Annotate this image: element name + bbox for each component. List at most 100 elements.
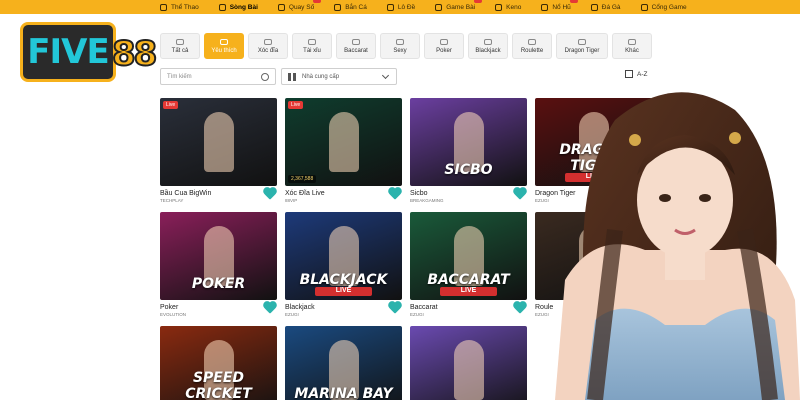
nav-item[interactable]: Game Bài: [425, 0, 485, 14]
category-tab[interactable]: Blackjack: [468, 33, 508, 59]
game-card[interactable]: SPEED CRICKETBACCARAT: [160, 326, 277, 400]
thumbnail-title: BACCARAT: [427, 272, 510, 288]
category-tab[interactable]: Dragon Tiger: [556, 33, 608, 59]
game-name: Poker: [160, 304, 179, 311]
category-tab[interactable]: Poker: [424, 33, 464, 59]
search-input[interactable]: Tìm kiếm: [160, 68, 276, 85]
nav-label: Cổng Game: [651, 3, 687, 11]
live-badge: Live: [288, 101, 304, 109]
hot-badge: [313, 0, 322, 3]
game-thumbnail[interactable]: BACCARAT: [410, 326, 527, 400]
thumbnail-title: BLACKJACK: [299, 272, 388, 288]
category-icon: [176, 38, 184, 45]
game-thumbnail[interactable]: MARINA BAYBACCARAT: [285, 326, 402, 400]
provider-selected-value: Nhà cung cấp: [302, 73, 340, 80]
category-label: Xóc đĩa: [257, 47, 279, 54]
game-thumbnail[interactable]: Live 2,367,588: [285, 98, 402, 186]
category-label: Khác: [625, 47, 639, 54]
game-thumbnail[interactable]: POKER: [160, 212, 277, 300]
category-tab[interactable]: Roulette: [512, 33, 552, 59]
thumbnail-subtitle: LIVE: [440, 287, 497, 296]
nav-item[interactable]: Quay Số: [268, 0, 324, 14]
category-tab[interactable]: Yêu thích: [204, 33, 244, 59]
nav-item[interactable]: Nổ Hũ: [531, 0, 580, 14]
promo-girl-illustration: [555, 92, 800, 400]
grid-icon: [288, 73, 296, 81]
five88-logo[interactable]: FIVE 88: [20, 20, 158, 84]
nav-label: Đá Gà: [601, 3, 621, 11]
category-tab[interactable]: Tài xỉu: [292, 33, 332, 59]
game-name: Blackjack: [285, 304, 315, 311]
category-label: Dragon Tiger: [564, 47, 600, 54]
category-tab[interactable]: Sexy: [380, 33, 420, 59]
game-thumbnail[interactable]: BLACKJACK LIVE: [285, 212, 402, 300]
game-card[interactable]: MARINA BAYBACCARAT: [285, 326, 402, 400]
game-card[interactable]: BACCARAT: [410, 326, 527, 400]
nav-icon: [277, 3, 285, 11]
logo-badge: FIVE: [20, 22, 116, 82]
nav-icon: [160, 3, 167, 11]
sort-az-button[interactable]: A-Z: [625, 70, 647, 78]
provider-select[interactable]: Nhà cung cấp: [281, 68, 397, 85]
game-card[interactable]: BACCARAT LIVE Baccarat EZUGI: [410, 212, 527, 317]
category-icon: [628, 38, 636, 45]
category-icon: [484, 38, 492, 45]
category-icon: [528, 38, 536, 45]
game-thumbnail[interactable]: SICBO: [410, 98, 527, 186]
game-card[interactable]: POKER Poker EVOLUTION: [160, 212, 277, 317]
nav-icon: [218, 3, 226, 11]
game-thumbnail[interactable]: BACCARAT LIVE: [410, 212, 527, 300]
nav-label: Thể Thao: [171, 3, 199, 11]
dealer-figure: [329, 112, 359, 172]
category-icon: [264, 38, 272, 45]
category-tabs: Tất cả Yêu thích Xóc đĩa Tài xỉu Baccarat Sex…: [160, 33, 652, 59]
category-label: Poker: [436, 47, 452, 54]
category-label: Roulette: [520, 47, 544, 54]
search-icon[interactable]: [261, 73, 269, 81]
game-provider: 88VIP: [285, 198, 298, 203]
category-tab[interactable]: Xóc đĩa: [248, 33, 288, 59]
thumbnail-title: POKER: [191, 276, 246, 292]
game-card[interactable]: Live Bầu Cua BigWin TECHPLAY: [160, 98, 277, 203]
category-label: Sexy: [393, 47, 407, 54]
logo-text-five: FIVE: [27, 32, 109, 72]
sort-icon: [625, 70, 633, 78]
category-icon: [396, 38, 404, 45]
game-card[interactable]: Live 2,367,588 Xóc Đĩa Live 88VIP: [285, 98, 402, 203]
game-thumbnail[interactable]: SPEED CRICKETBACCARAT: [160, 326, 277, 400]
game-card[interactable]: BLACKJACK LIVE Blackjack EZUGI: [285, 212, 402, 317]
top-nav: Thể Thao Sòng Bài Quay Số Bắn Cá Lô Đề Game B…: [0, 0, 800, 14]
nav-item[interactable]: Đá Gà: [581, 0, 631, 14]
category-tab[interactable]: Tất cả: [160, 33, 200, 59]
nav-label: Nổ Hũ: [552, 3, 571, 11]
category-tab[interactable]: Khác: [612, 33, 652, 59]
logo-text-88: 88: [111, 33, 158, 75]
game-provider: EZUGI: [410, 312, 424, 317]
player-count: 2,367,588: [288, 175, 317, 183]
nav-item[interactable]: Thể Thao: [150, 0, 209, 14]
game-name: Baccarat: [410, 304, 438, 311]
category-label: Tất cả: [171, 47, 189, 54]
nav-item[interactable]: Lô Đề: [377, 0, 425, 14]
category-icon: [578, 38, 586, 45]
game-name: Bầu Cua BigWin: [160, 190, 212, 197]
nav-item[interactable]: Bắn Cá: [324, 0, 377, 14]
nav-icon: [590, 3, 598, 11]
thumbnail-title: SPEED CRICKET: [185, 370, 252, 400]
nav-label: Bắn Cá: [345, 3, 367, 11]
nav-item[interactable]: Sòng Bài: [209, 0, 268, 14]
category-tab[interactable]: Baccarat: [336, 33, 376, 59]
search-placeholder: Tìm kiếm: [167, 73, 192, 80]
thumbnail-title: SICBO: [444, 162, 493, 178]
thumbnail-subtitle: LIVE: [315, 287, 372, 296]
category-label: Baccarat: [344, 47, 368, 54]
dealer-figure: [204, 112, 234, 172]
game-card[interactable]: SICBO Sicbo BREAKGAMING: [410, 98, 527, 203]
casino-page: Thể Thao Sòng Bài Quay Số Bắn Cá Lô Đề Game B…: [0, 0, 800, 400]
nav-icon: [435, 3, 443, 11]
game-thumbnail[interactable]: Live: [160, 98, 277, 186]
category-icon: [352, 38, 360, 45]
nav-label: Quay Số: [288, 3, 315, 11]
nav-item[interactable]: Keno: [485, 0, 531, 14]
nav-item[interactable]: Cổng Game: [631, 0, 697, 14]
